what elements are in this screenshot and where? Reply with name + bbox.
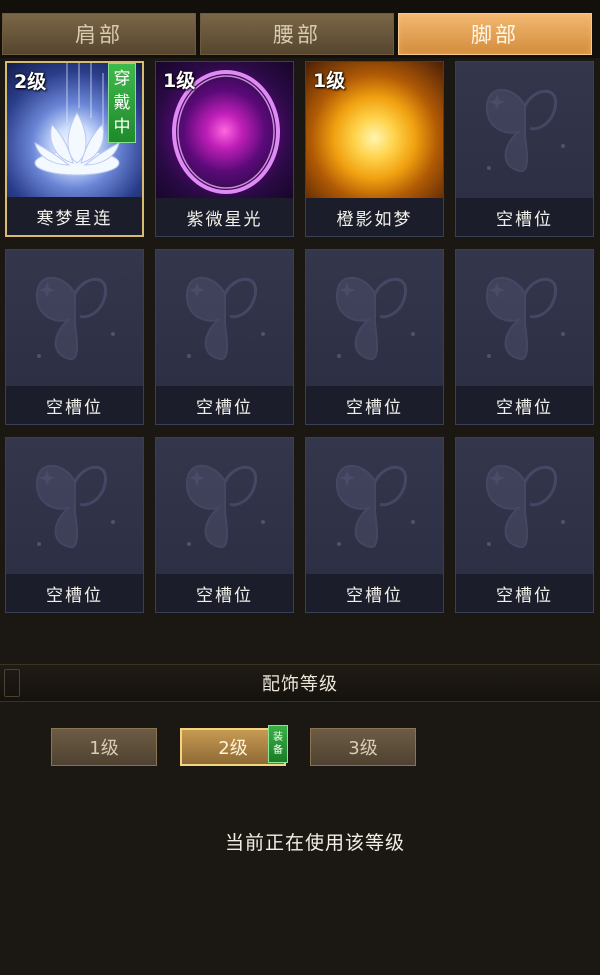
slot-name: 空槽位 [306,386,443,424]
level-1-button[interactable]: 1级 [51,728,157,766]
slot-name: 空槽位 [6,386,143,424]
equipped-badge-line1: 装 [273,732,283,743]
slot-name: 空槽位 [156,574,293,612]
equipped-badge-line2: 备 [273,745,283,756]
butterfly-placeholder-icon [325,452,425,562]
slot-name: 空槽位 [456,574,593,612]
slot-name: 空槽位 [6,574,143,612]
accessory-slot[interactable]: 空槽位 [5,249,144,425]
butterfly-placeholder-icon [175,452,275,562]
tab-waist[interactable]: 腰部 [200,13,394,55]
slot-level: 1级 [163,70,196,92]
slot-level: 1级 [313,70,346,92]
accessory-slot[interactable]: 空槽位 [455,437,594,613]
butterfly-placeholder-icon [475,452,575,562]
equipped-badge: 装 备 [268,725,288,763]
accessory-slot[interactable]: 空槽位 [155,437,294,613]
tab-shoulder[interactable]: 肩部 [2,13,196,55]
tab-bar: 肩部 腰部 脚部 [0,0,600,58]
slot-name: 橙影如梦 [306,198,443,236]
accessory-slot[interactable]: 空槽位 [5,437,144,613]
slot-name: 空槽位 [156,386,293,424]
accessory-slot[interactable]: 1级橙影如梦 [305,61,444,237]
butterfly-placeholder-icon [25,264,125,374]
wearing-badge-char: 中 [113,117,131,137]
slot-level: 2级 [14,71,47,93]
butterfly-placeholder-icon [25,452,125,562]
accessory-slot[interactable]: 2级 穿戴中寒梦星连 [5,61,144,237]
level-section-header: 配饰等级 [0,664,600,702]
butterfly-placeholder-icon [475,264,575,374]
butterfly-placeholder-icon [325,264,425,374]
accessory-slot[interactable]: 空槽位 [455,249,594,425]
wearing-badge-char: 戴 [113,93,131,113]
accessory-slot[interactable]: 空槽位 [155,249,294,425]
level-section-title: 配饰等级 [262,674,338,695]
slot-name: 紫微星光 [156,198,293,236]
slot-name: 寒梦星连 [7,197,142,235]
butterfly-placeholder-icon [175,264,275,374]
accessory-slot[interactable]: 空槽位 [455,61,594,237]
level-3-button[interactable]: 3级 [310,728,416,766]
wearing-badge: 穿戴中 [108,63,136,143]
accessory-slot[interactable]: 空槽位 [305,249,444,425]
accessory-slot[interactable]: 1级紫微星光 [155,61,294,237]
tab-feet[interactable]: 脚部 [398,13,592,55]
slot-name: 空槽位 [456,386,593,424]
wearing-badge-char: 穿 [113,69,131,89]
level-status-text: 当前正在使用该等级 [224,832,405,854]
butterfly-placeholder-icon [475,76,575,186]
accessory-slot[interactable]: 空槽位 [305,437,444,613]
slot-name: 空槽位 [306,574,443,612]
slot-name: 空槽位 [456,198,593,236]
